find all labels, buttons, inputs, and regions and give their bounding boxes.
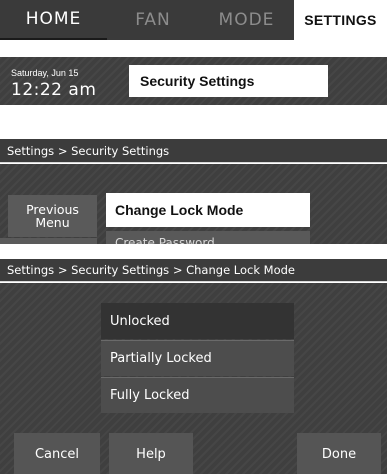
time-label: 12:22 am (11, 80, 97, 100)
top-nav-bar: HOME FAN MODE SETTINGS (0, 0, 387, 40)
option-fully-locked[interactable]: Fully Locked (101, 377, 294, 413)
change-lock-mode-panel: Settings > Security Settings > Change Lo… (0, 259, 387, 474)
lock-mode-body: Unlocked Partially Locked Fully Locked C… (0, 283, 387, 474)
previous-menu-button[interactable]: Previous Menu (8, 195, 97, 237)
option-partially-locked[interactable]: Partially Locked (101, 340, 294, 376)
tab-settings[interactable]: SETTINGS (294, 0, 387, 40)
security-settings-panel: Settings > Security Settings Previous Me… (0, 139, 387, 244)
breadcrumb: Settings > Security Settings (0, 139, 387, 163)
option-unlocked[interactable]: Unlocked (101, 303, 294, 339)
screen-title: Security Settings (129, 65, 328, 97)
tab-home[interactable]: HOME (0, 0, 107, 40)
tab-fan[interactable]: FAN (107, 0, 199, 40)
help-button[interactable]: Help (109, 433, 193, 474)
security-menu-body: Previous Menu Change Lock Mode Create Pa… (0, 164, 387, 244)
cancel-button[interactable]: Cancel (14, 433, 100, 474)
tab-mode[interactable]: MODE (199, 0, 294, 40)
menu-item-create-password[interactable]: Create Password (106, 231, 310, 244)
date-label: Saturday, Jun 15 (11, 68, 79, 78)
done-button[interactable]: Done (297, 433, 381, 474)
breadcrumb: Settings > Security Settings > Change Lo… (0, 259, 387, 282)
status-bar: Saturday, Jun 15 12:22 am Security Setti… (0, 57, 387, 105)
menu-item-change-lock-mode[interactable]: Change Lock Mode (106, 193, 310, 227)
side-button-edge (0, 238, 97, 244)
